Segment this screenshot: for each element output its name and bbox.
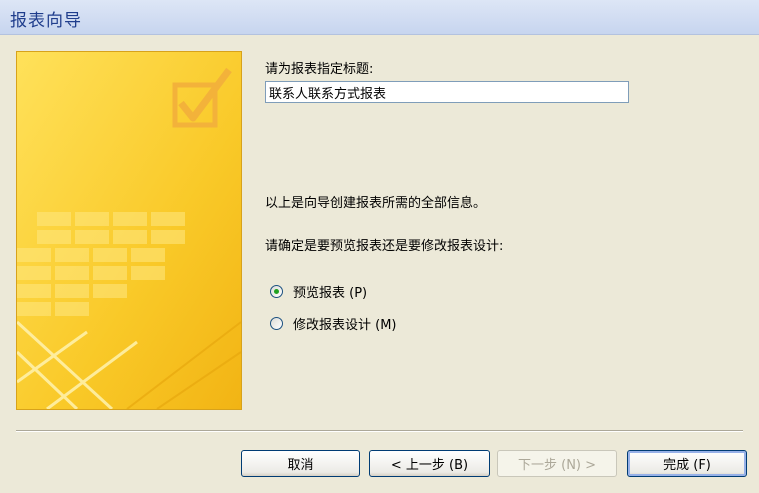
option-label: 预览报表 (P) [293, 285, 368, 301]
option-preview-report[interactable]: 预览报表 (P) [270, 281, 367, 301]
choice-prompt: 请确定是要预览报表还是要修改报表设计: [265, 239, 504, 254]
next-button: 下一步 (N) > [497, 450, 617, 477]
report-title-prompt: 请为报表指定标题: [265, 62, 374, 77]
info-text: 以上是向导创建报表所需的全部信息。 [265, 196, 487, 211]
wizard-illustration [16, 51, 242, 410]
back-button[interactable]: < 上一步 (B) [369, 450, 490, 477]
radio-preview[interactable] [270, 284, 283, 298]
option-label: 修改报表设计 (M) [293, 317, 397, 333]
radio-modify[interactable] [270, 316, 283, 330]
cancel-button[interactable]: 取消 [241, 450, 360, 477]
finish-button[interactable]: 完成 (F) [627, 450, 747, 477]
report-title-input[interactable] [265, 81, 629, 103]
window-title: 报表向导 [10, 11, 82, 31]
title-bar: 报表向导 [0, 0, 759, 35]
option-modify-design[interactable]: 修改报表设计 (M) [270, 313, 397, 333]
button-separator [16, 430, 743, 432]
